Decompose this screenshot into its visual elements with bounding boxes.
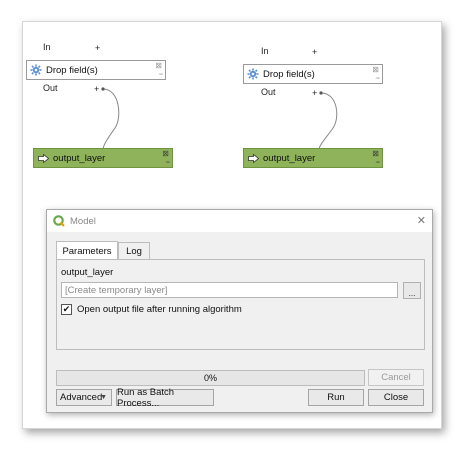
dropdown-arrow-icon: ▼ — [100, 394, 107, 401]
close-button[interactable]: Close — [368, 389, 424, 406]
arrow-right-icon — [248, 153, 259, 163]
output-layer-label: output_layer — [61, 267, 114, 278]
advanced-button[interactable]: Advanced ▼ — [56, 389, 112, 406]
more-icon[interactable]: ▫▫▫ — [159, 72, 164, 78]
dialog-titlebar[interactable]: Model ✕ — [47, 210, 432, 232]
in-label-right: In — [261, 46, 269, 56]
dialog-title: Model — [70, 215, 96, 227]
node-controls[interactable]: ⊠ ▫▫▫ — [372, 149, 381, 167]
qgis-logo-icon — [53, 215, 65, 227]
algorithm-node-label: Drop field(s) — [46, 64, 98, 76]
open-output-checkbox[interactable]: ✔ — [61, 304, 72, 315]
more-icon[interactable]: ▫▫▫ — [376, 160, 381, 166]
close-icon[interactable]: ⊠ — [155, 61, 162, 70]
progress-bar: 0% — [56, 370, 365, 386]
run-batch-button[interactable]: Run as Batch Process... — [116, 387, 214, 409]
arrow-right-icon — [38, 153, 49, 163]
out-label-left: Out — [43, 83, 58, 93]
output-destination-field[interactable]: [Create temporary layer] — [61, 282, 398, 298]
close-icon[interactable]: ⊠ — [372, 65, 379, 74]
algorithm-node-right[interactable]: Drop field(s) ⊠ ▫▫▫ — [243, 64, 383, 84]
output-node-label: output_layer — [53, 152, 106, 164]
node-controls[interactable]: ⊠ ▫▫▫ — [155, 61, 164, 79]
out-plus-left[interactable]: + — [94, 84, 99, 94]
output-node-right[interactable]: output_layer ⊠ ▫▫▫ — [243, 148, 383, 168]
cancel-button[interactable]: Cancel — [368, 369, 424, 386]
close-icon[interactable]: ⊠ — [372, 149, 379, 158]
close-icon[interactable]: ✕ — [417, 214, 426, 227]
tab-log[interactable]: Log — [118, 242, 150, 260]
in-plus-right[interactable]: + — [312, 47, 317, 57]
browse-button[interactable]: ... — [403, 282, 421, 299]
node-controls[interactable]: ⊠ ▫▫▫ — [372, 65, 381, 83]
progress-text: 0% — [203, 373, 217, 383]
model-dialog: Model ✕ Parameters Log output_layer [Cre… — [46, 209, 433, 413]
in-label-left: In — [43, 42, 51, 52]
more-icon[interactable]: ▫▫▫ — [376, 76, 381, 82]
algorithm-node-label: Drop field(s) — [263, 68, 315, 80]
advanced-label: Advanced — [60, 392, 103, 403]
node-controls[interactable]: ⊠ ▫▫▫ — [162, 149, 171, 167]
parameters-panel: output_layer [Create temporary layer] ..… — [56, 259, 425, 350]
open-output-row[interactable]: ✔ Open output file after running algorit… — [61, 304, 242, 315]
gear-icon — [247, 68, 259, 80]
more-icon[interactable]: ▫▫▫ — [166, 160, 171, 166]
output-node-left[interactable]: output_layer ⊠ ▫▫▫ — [33, 148, 173, 168]
algorithm-node-left[interactable]: Drop field(s) ⊠ ▫▫▫ — [26, 60, 166, 80]
close-icon[interactable]: ⊠ — [162, 149, 169, 158]
run-button[interactable]: Run — [308, 389, 364, 406]
out-label-right: Out — [261, 87, 276, 97]
output-node-label: output_layer — [263, 152, 316, 164]
gear-icon — [30, 64, 42, 76]
in-plus-left[interactable]: + — [95, 43, 100, 53]
page: In + Drop field(s) ⊠ ▫▫▫ Out + output_lay… — [0, 0, 474, 450]
out-plus-right[interactable]: + — [312, 88, 317, 98]
tab-parameters[interactable]: Parameters — [56, 241, 118, 260]
open-output-label: Open output file after running algorithm — [77, 304, 242, 315]
